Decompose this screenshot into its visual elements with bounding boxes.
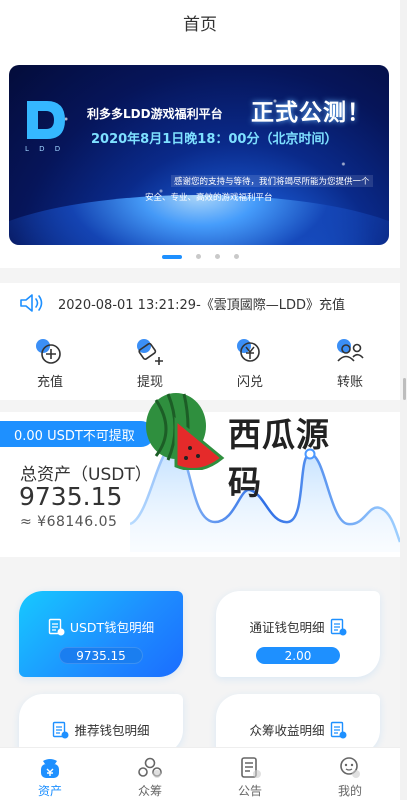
tab-assets[interactable]: 资产 bbox=[0, 748, 100, 800]
tab-assets-label: 资产 bbox=[37, 784, 62, 798]
page-title: 首页 bbox=[183, 14, 217, 35]
notice-bar[interactable]: 2020-08-01 13:21:29-《雲頂國際—LDD》充值 bbox=[18, 291, 388, 315]
banner-line-2: 安全、专业、高效的游戏福利平台 bbox=[145, 193, 273, 203]
page: 首页 L D D 利多多LDD游戏福利平台 正式公测！ 2020年8月1日晚18… bbox=[0, 0, 400, 800]
profile-icon bbox=[340, 757, 360, 778]
banner-panel: L D D 利多多LDD游戏福利平台 正式公测！ 2020年8月1日晚18：00… bbox=[0, 44, 400, 268]
ldd-logo-icon bbox=[27, 101, 65, 139]
withdraw-button[interactable]: 提现 bbox=[100, 337, 200, 390]
withdraw-icon bbox=[137, 339, 163, 365]
crowdfund-income-card[interactable]: 众筹收益明细 bbox=[216, 694, 380, 754]
banner-title: 利多多LDD游戏福利平台 bbox=[87, 107, 223, 121]
bottom-tab-bar: 资产 众筹 公告 我的 bbox=[0, 747, 400, 800]
exchange-label: 闪兑 bbox=[236, 375, 263, 390]
logo-subtitle: L D D bbox=[25, 145, 65, 153]
total-assets-cny: ≈ ¥68146.05 bbox=[20, 514, 118, 530]
tab-crowdfund[interactable]: 众筹 bbox=[100, 748, 200, 800]
transfer-icon bbox=[337, 339, 364, 362]
carousel-dot-active[interactable] bbox=[161, 254, 182, 259]
banner-line-1: 感谢您的支持与等待，我们将竭尽所能为您提供一个 bbox=[171, 175, 373, 187]
asset-summary: 0.00 USDT不可提取 总资产（USDT） 9735.15 ≈ ¥68146… bbox=[0, 412, 400, 557]
total-assets-value: 9735.15 bbox=[19, 482, 123, 511]
referral-wallet-card[interactable]: 推荐钱包明细 bbox=[19, 694, 183, 754]
referral-wallet-title: 推荐钱包明细 bbox=[19, 720, 183, 739]
speaker-icon bbox=[20, 294, 43, 312]
carousel-dot[interactable] bbox=[214, 254, 220, 259]
recharge-button[interactable]: 充值 bbox=[0, 337, 100, 390]
ledger-icon bbox=[330, 721, 346, 738]
banner-headline: 正式公测！ bbox=[251, 100, 371, 126]
wallet-icon bbox=[41, 759, 59, 778]
top-header: 首页 bbox=[0, 0, 400, 44]
wallet-cards: USDT钱包明细 9735.15 通证钱包明细 2.00 推荐钱包明细 众筹收益… bbox=[0, 557, 400, 757]
token-wallet-balance: 2.00 bbox=[256, 647, 340, 664]
token-wallet-card[interactable]: 通证钱包明细 2.00 bbox=[216, 591, 380, 677]
exchange-button[interactable]: 闪兑 bbox=[200, 337, 300, 390]
crowdfund-icon bbox=[138, 757, 162, 778]
carousel-dots bbox=[0, 254, 400, 259]
ledger-icon bbox=[48, 618, 65, 635]
banner-date: 2020年8月1日晚18：00分（北京时间） bbox=[91, 132, 338, 147]
tab-announcements-label: 公告 bbox=[237, 784, 262, 798]
tab-crowdfund-label: 众筹 bbox=[137, 784, 162, 798]
transfer-label: 转账 bbox=[336, 375, 363, 390]
recharge-label: 充值 bbox=[36, 375, 63, 390]
transfer-button[interactable]: 转账 bbox=[300, 337, 400, 390]
promo-banner[interactable]: L D D 利多多LDD游戏福利平台 正式公测！ 2020年8月1日晚18：00… bbox=[9, 65, 389, 245]
ledger-icon bbox=[53, 721, 69, 738]
carousel-dot[interactable] bbox=[233, 254, 239, 259]
page-scrollbar[interactable] bbox=[403, 378, 406, 400]
exchange-icon bbox=[237, 339, 260, 362]
usdt-wallet-card[interactable]: USDT钱包明细 9735.15 bbox=[19, 591, 183, 677]
notice-actions-panel: 2020-08-01 13:21:29-《雲頂國際—LDD》充值 充值 提现 闪… bbox=[0, 283, 400, 400]
token-wallet-title: 通证钱包明细 bbox=[216, 617, 380, 636]
non-withdrawable-tag: 0.00 USDT不可提取 bbox=[0, 421, 154, 447]
ledger-icon bbox=[330, 618, 346, 635]
tab-profile[interactable]: 我的 bbox=[300, 748, 400, 800]
announcement-icon bbox=[241, 757, 261, 778]
carousel-dot[interactable] bbox=[195, 254, 201, 259]
crowdfund-income-title: 众筹收益明细 bbox=[216, 720, 380, 739]
usdt-wallet-balance: 9735.15 bbox=[59, 647, 143, 664]
tab-announcements[interactable]: 公告 bbox=[200, 748, 300, 800]
recharge-icon bbox=[36, 339, 61, 364]
tab-profile-label: 我的 bbox=[337, 784, 362, 798]
asset-wave-chart bbox=[130, 445, 400, 552]
withdraw-label: 提现 bbox=[136, 375, 163, 390]
notice-text: 2020-08-01 13:21:29-《雲頂國際—LDD》充值 bbox=[58, 297, 346, 313]
usdt-wallet-title: USDT钱包明细 bbox=[19, 617, 183, 636]
quick-actions: 充值 提现 闪兑 转账 bbox=[0, 337, 400, 390]
